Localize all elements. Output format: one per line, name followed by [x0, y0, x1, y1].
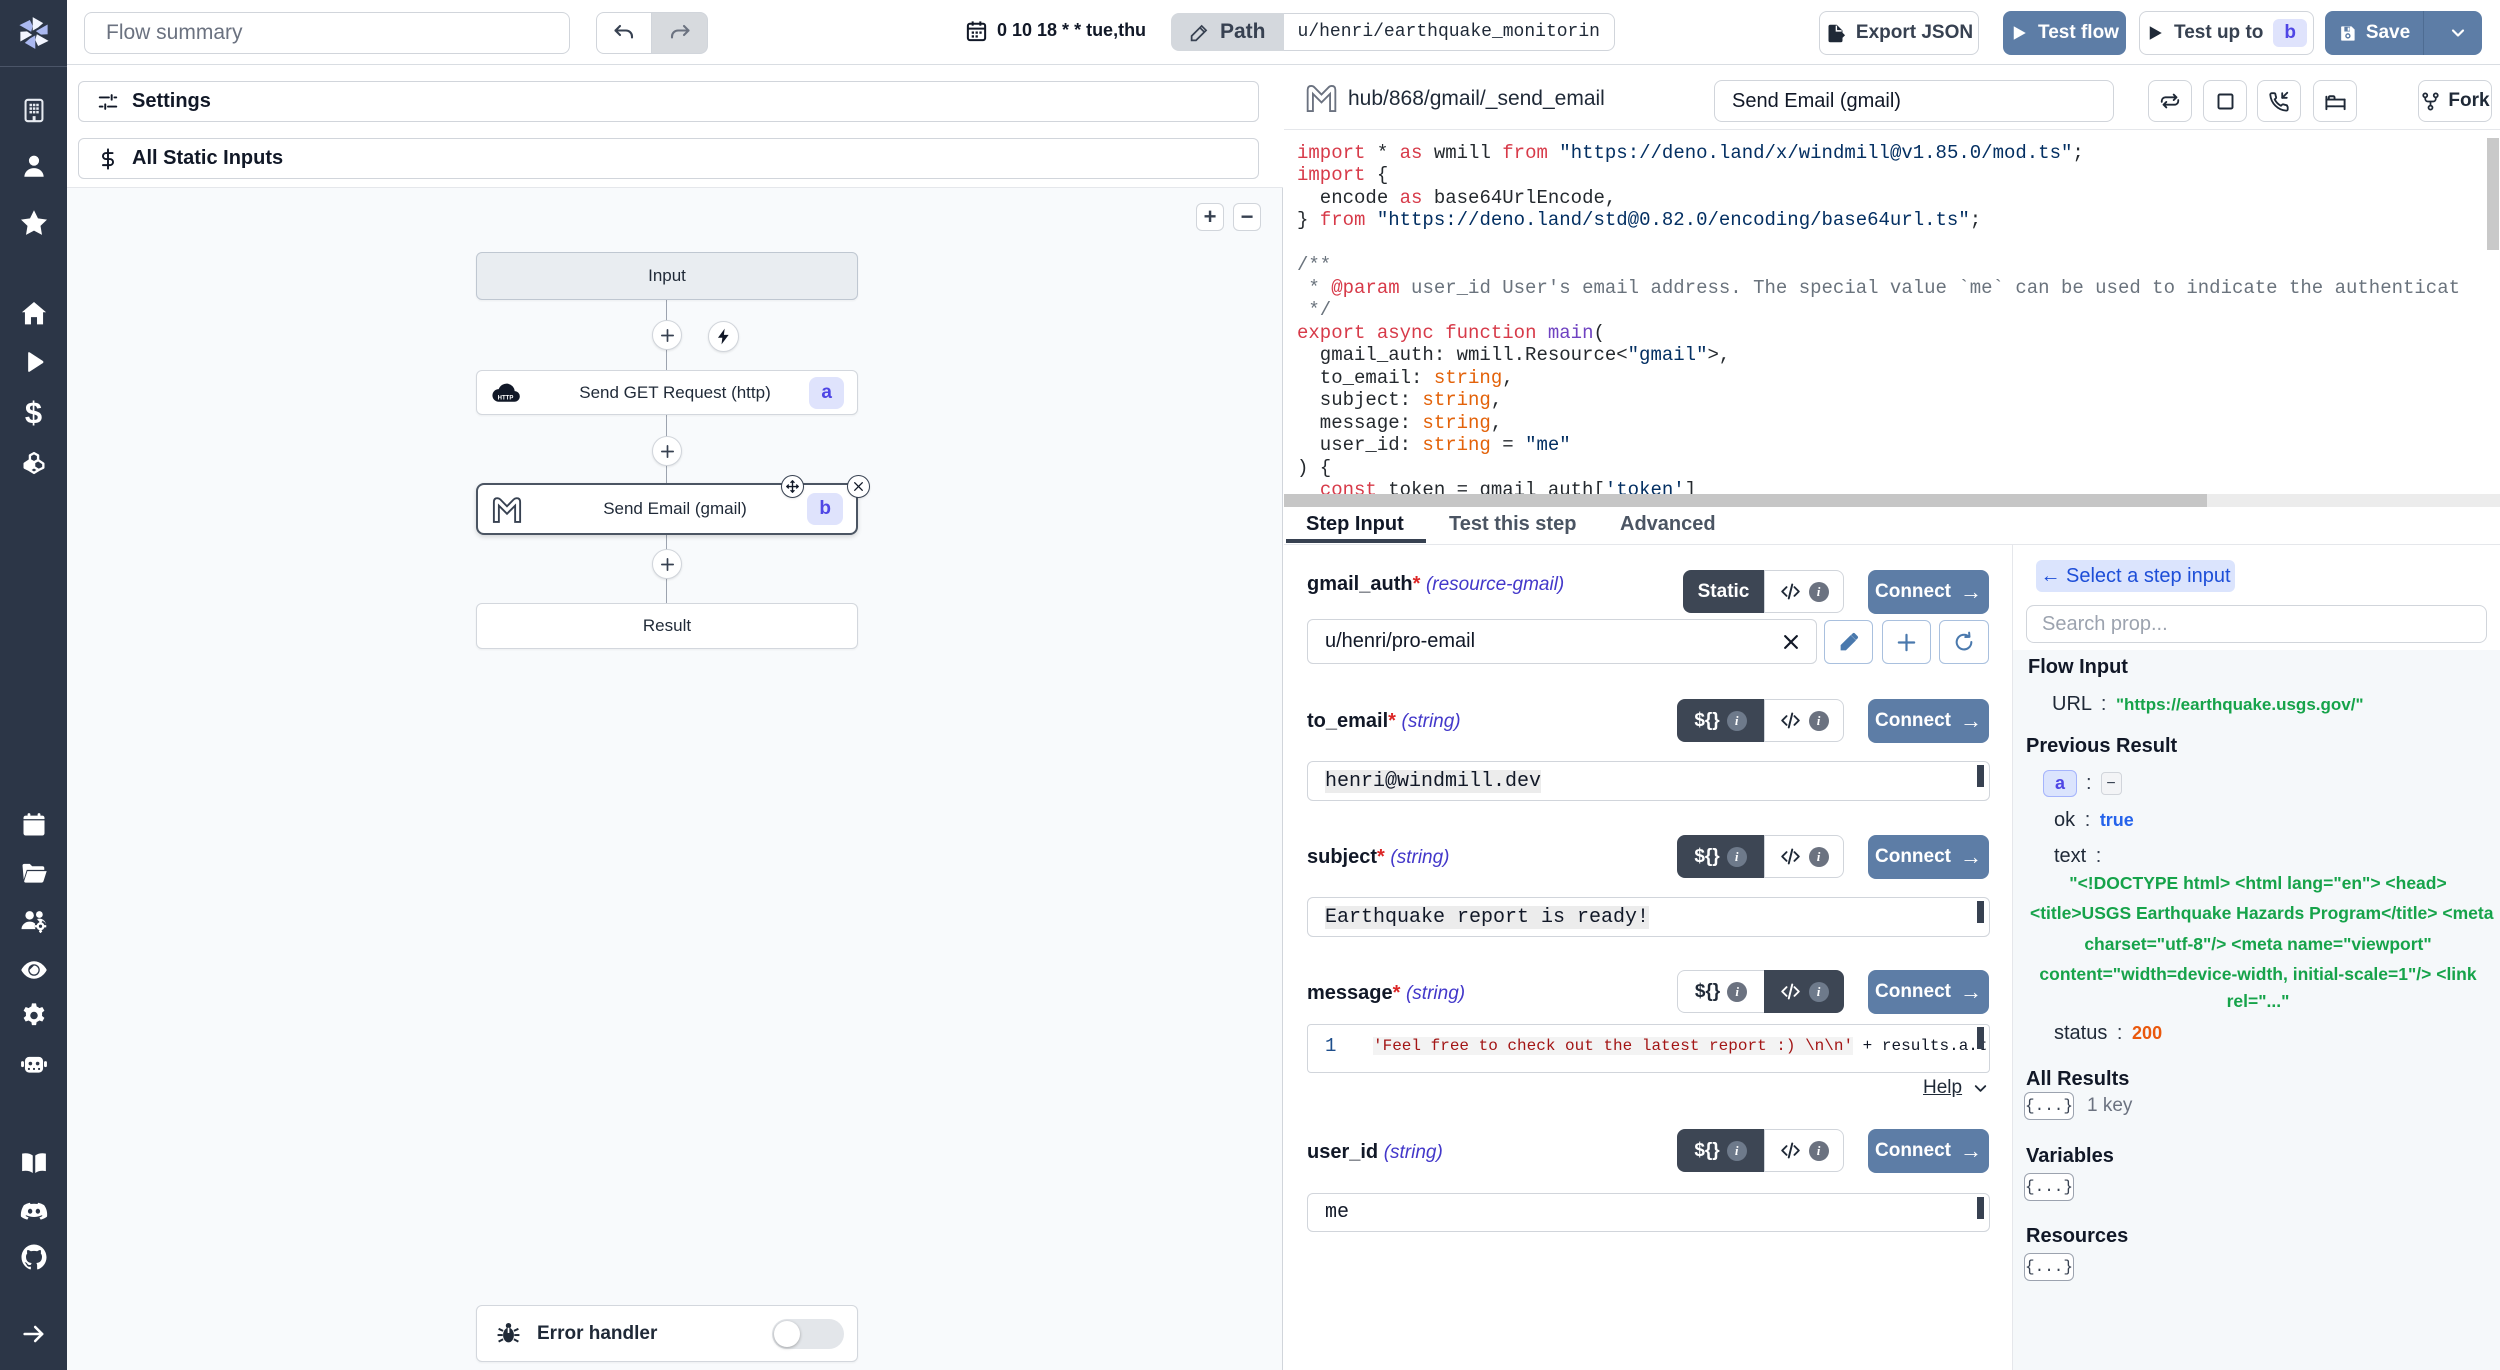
- svg-text:HTTP: HTTP: [498, 395, 514, 401]
